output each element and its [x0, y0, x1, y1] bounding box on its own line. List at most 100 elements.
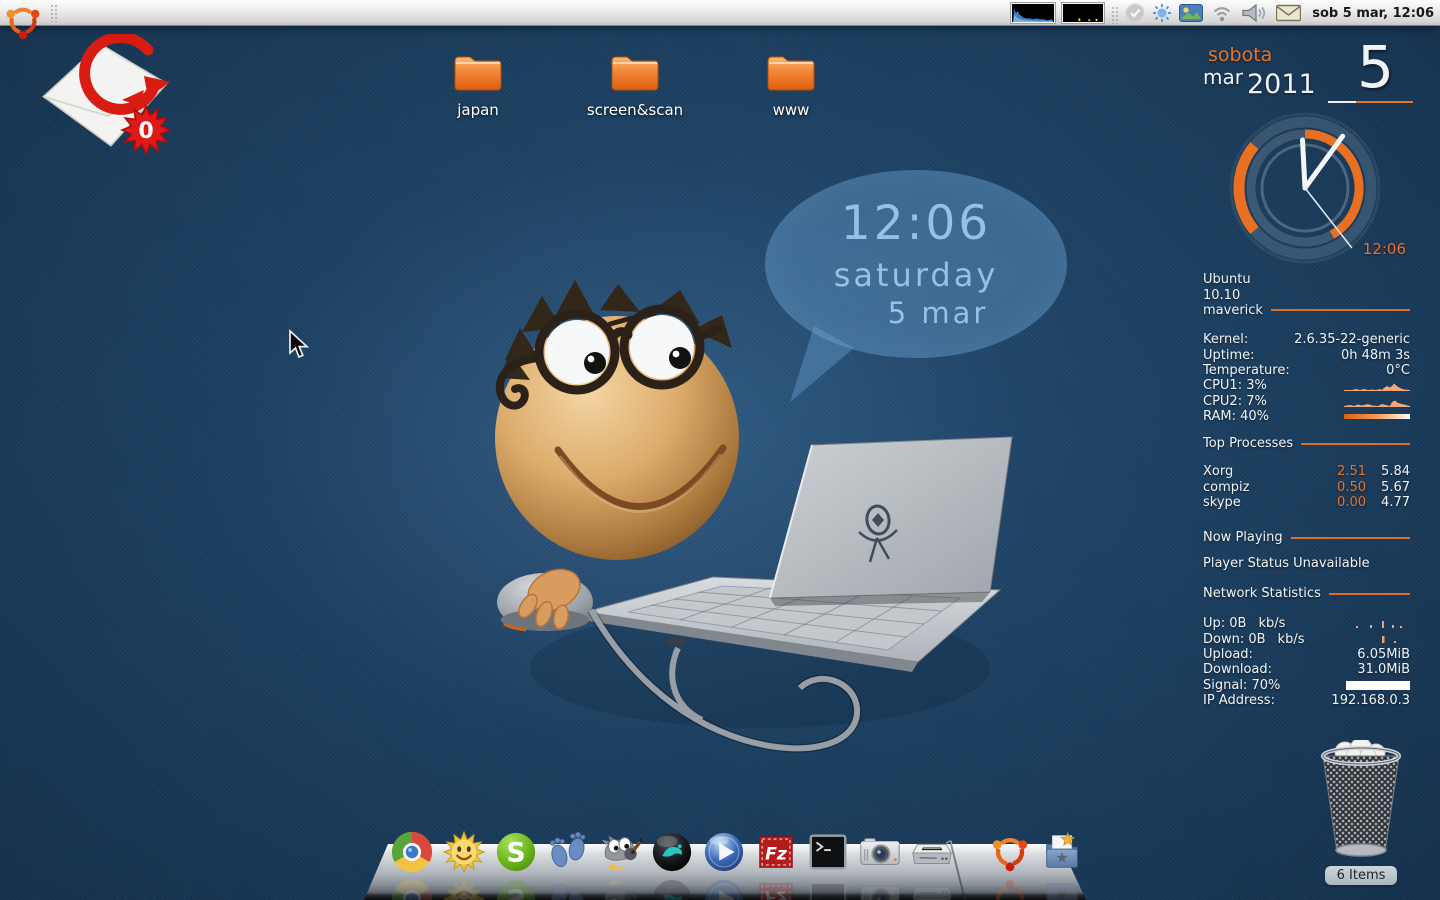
dock: S S: [360, 826, 1090, 900]
wallpaper-character: [460, 268, 1060, 828]
folder-japan[interactable]: japan: [413, 52, 543, 119]
dock-item-footprints[interactable]: [546, 830, 590, 874]
panel-drag-handle[interactable]: [1111, 6, 1118, 24]
footprints-icon: [546, 830, 590, 874]
conky-clock-time: 12:06: [1363, 240, 1406, 258]
folder-icon: [452, 52, 504, 92]
conky-network-header: Network Statistics: [1203, 586, 1410, 601]
scanner-icon: [910, 830, 954, 874]
folder-icon: [609, 52, 661, 92]
speech-bubble: 12:06 saturday 5 mar: [765, 170, 1067, 358]
down-graph: [1344, 634, 1410, 644]
chrome-icon: [390, 830, 434, 874]
conky-system-monitor: sobota mar 2011 5 12:06 Ubuntu 10.10 mav…: [1203, 44, 1410, 716]
mail-envelope-icon[interactable]: [1276, 4, 1301, 22]
analog-clock: [1225, 108, 1385, 268]
dock-item-media-player[interactable]: [702, 830, 746, 874]
trash-count-label: 6 Items: [1325, 866, 1398, 885]
conky-sysinfo: Kernel:2.6.35-22-generic Uptime:0h 48m 3…: [1203, 332, 1410, 424]
conky-nowplaying-header: Now Playing: [1203, 530, 1410, 545]
conky-year: 2011: [1247, 69, 1316, 100]
date-underline-orange: [1356, 101, 1413, 103]
black-orb-app-icon: [650, 830, 694, 874]
skype-icon-reflection: S: [494, 877, 538, 900]
panel-drag-handle[interactable]: [50, 4, 57, 22]
volume-icon[interactable]: [1241, 3, 1269, 23]
svg-text:Fz: Fz: [765, 845, 788, 865]
bubble-day: saturday: [765, 256, 1067, 294]
dock-item-terminal[interactable]: [806, 830, 850, 874]
cpu2-graph: [1344, 396, 1410, 407]
svg-text:Fz: Fz: [765, 886, 788, 900]
folder-label: japan: [413, 101, 543, 119]
folder-screen-scan[interactable]: screen&scan: [570, 52, 700, 119]
conky-month: mar: [1203, 65, 1243, 89]
dock-item-black-orb[interactable]: [650, 830, 694, 874]
dock-item-chrome[interactable]: [390, 830, 434, 874]
bubble-time: 12:06: [765, 196, 1067, 251]
black-orb-app-icon-reflection: [650, 877, 694, 900]
favorites-folder-icon-reflection: [1040, 877, 1084, 900]
dock-item-favorites-folder[interactable]: [1040, 830, 1084, 874]
smiling-sun-icon: [442, 830, 486, 874]
trash-bin[interactable]: 6 Items: [1306, 740, 1416, 885]
conky-player-status: Player Status Unavailable: [1203, 556, 1410, 571]
brightness-sun-icon[interactable]: [1152, 3, 1172, 23]
mouse-cursor: [287, 329, 311, 359]
media-player-icon: [702, 830, 746, 874]
svg-text:S: S: [506, 838, 525, 869]
svg-text:0: 0: [138, 119, 153, 144]
folder-icon: [765, 52, 817, 92]
dock-item-gimp[interactable]: [598, 830, 642, 874]
footprints-icon-reflection: [546, 877, 590, 900]
dock-item-camera[interactable]: [858, 830, 902, 874]
conky-network: Up: 0Bkb/s Down: 0Bkb/s Upload:6.05MiB D…: [1203, 616, 1410, 708]
panel-clock[interactable]: sob 5 mar, 12:06: [1308, 6, 1434, 21]
gimp-icon: [598, 830, 642, 874]
wallpaper-photo-icon[interactable]: [1179, 3, 1203, 23]
scanner-icon-reflection: [910, 877, 954, 900]
cpu1-graph: [1344, 380, 1410, 391]
ubuntu-menu-logo[interactable]: [2, 0, 44, 42]
mail-checker-widget[interactable]: 0: [36, 34, 178, 170]
camera-icon: [858, 830, 902, 874]
conky-day: 5: [1357, 38, 1394, 96]
folder-label: screen&scan: [570, 101, 700, 119]
conky-processes: Xorg2.515.84 compiz0.505.67 skype0.004.7…: [1203, 464, 1410, 510]
chrome-icon-reflection: [390, 877, 434, 900]
desktop: 12:06 saturday 5 mar 0: [0, 0, 1440, 900]
ubuntu-icon-reflection: [988, 877, 1032, 900]
svg-text:S: S: [506, 882, 525, 900]
wifi-signal-icon[interactable]: [1210, 3, 1234, 23]
terminal-icon-reflection: [806, 877, 850, 900]
folder-www[interactable]: www: [726, 52, 856, 119]
bubble-date: 5 mar: [765, 296, 1067, 330]
cpu-monitor-applet[interactable]: [1011, 3, 1055, 23]
dock-item-ubuntu[interactable]: [988, 830, 1032, 874]
camera-icon-reflection: [858, 877, 902, 900]
terminal-icon: [806, 830, 850, 874]
media-player-icon-reflection: [702, 877, 746, 900]
dock-item-scanner[interactable]: [910, 830, 954, 874]
skype-icon: S: [494, 830, 538, 874]
dock-item-skype[interactable]: S S: [494, 830, 538, 874]
top-panel: sob 5 mar, 12:06: [0, 0, 1440, 26]
dock-item-filezilla[interactable]: Fz Fz: [754, 830, 798, 874]
dock-item-smiling-sun[interactable]: [442, 830, 486, 874]
signal-bar: [1346, 681, 1410, 690]
gimp-icon-reflection: [598, 877, 642, 900]
conky-distro: Ubuntu 10.10 maverick: [1203, 272, 1410, 318]
up-graph: [1344, 619, 1410, 629]
filezilla-icon: Fz: [754, 830, 798, 874]
trash-icon: [1313, 740, 1409, 860]
folder-label: www: [726, 101, 856, 119]
filezilla-icon-reflection: Fz: [754, 877, 798, 900]
check-status-icon[interactable]: [1125, 3, 1145, 23]
ubuntu-icon: [988, 830, 1032, 874]
favorites-folder-icon: [1040, 830, 1084, 874]
conky-processes-header: Top Processes: [1203, 436, 1410, 451]
smiling-sun-icon-reflection: [442, 877, 486, 900]
date-underline-white: [1328, 101, 1356, 103]
ram-bar: [1344, 414, 1410, 419]
network-monitor-applet[interactable]: [1062, 3, 1104, 23]
